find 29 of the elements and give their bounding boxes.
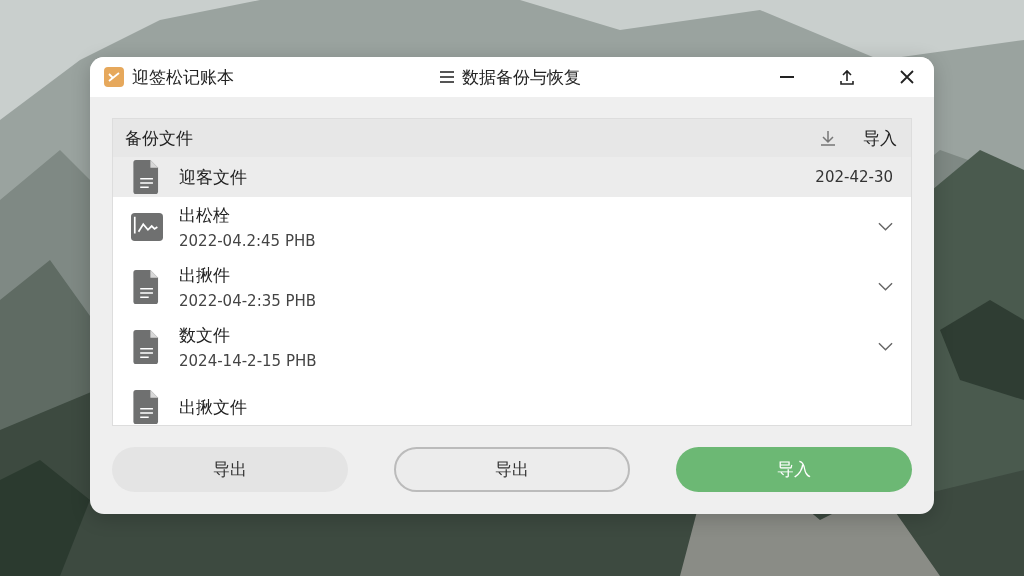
window-title: 数据备份与恢复 xyxy=(462,65,581,89)
file-row[interactable]: 出揪件 2022-04-2:35 PHB xyxy=(113,257,911,317)
download-icon[interactable] xyxy=(819,129,837,147)
chevron-down-icon[interactable] xyxy=(878,282,893,292)
file-name: 出揪文件 xyxy=(179,395,248,419)
file-row[interactable]: 迎客文件 202-42-30 xyxy=(113,157,911,197)
export-button[interactable]: 导出 xyxy=(112,447,348,492)
file-name: 出松栓 xyxy=(179,204,231,227)
file-meta: 2022-04-2:35 PHB xyxy=(179,292,318,310)
panel-title: 备份文件 xyxy=(125,126,194,150)
chevron-down-icon[interactable] xyxy=(878,222,893,232)
file-row[interactable]: 出揪文件 xyxy=(113,377,911,425)
file-row[interactable]: 数文件 2024-14-2-15 PHB xyxy=(113,317,911,377)
app-name: 迎签松记账本 xyxy=(132,65,234,89)
app-logo-icon xyxy=(104,67,124,87)
file-name: 出揪件 xyxy=(179,264,231,287)
chart-file-icon xyxy=(131,210,163,244)
file-date: 202-42-30 xyxy=(815,168,893,186)
file-name: 迎客文件 xyxy=(179,165,248,189)
file-row[interactable]: 出松栓 2022-04.2:45 PHB xyxy=(113,197,911,257)
close-icon[interactable] xyxy=(898,68,916,86)
upload-icon[interactable] xyxy=(838,68,856,86)
file-meta: 2024-14-2-15 PHB xyxy=(179,352,318,370)
export-button[interactable]: 导出 xyxy=(394,447,630,492)
import-link[interactable]: 导入 xyxy=(861,126,899,150)
chevron-down-icon[interactable] xyxy=(878,342,893,352)
file-meta: 2022-04.2:45 PHB xyxy=(179,232,317,250)
file-name: 数文件 xyxy=(179,324,231,347)
list-icon xyxy=(439,70,455,84)
